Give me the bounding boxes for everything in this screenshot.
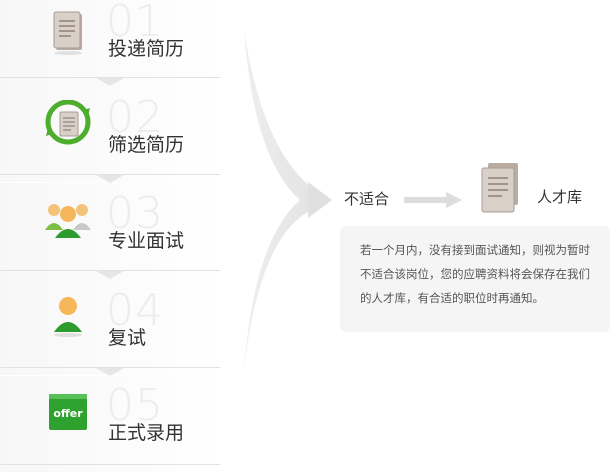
divider (0, 464, 220, 465)
offer-icon: offer (49, 394, 87, 430)
note-text: 若一个月内，没有接到面试通知，则视为暂时不适合该岗位，您的应聘资料将会保存在我们… (360, 243, 590, 305)
group-interview-icon (45, 204, 91, 238)
divider-notch (96, 271, 124, 279)
divider-notch (96, 78, 124, 86)
step-1-label: 投递简历 (108, 38, 185, 60)
divider-notch (96, 175, 124, 183)
step-5-label: 正式录用 (108, 422, 185, 444)
step-4-label: 复试 (108, 327, 147, 349)
talent-pool-icon (481, 163, 518, 213)
converge-arrow-icon (244, 30, 332, 370)
resume-icon (53, 11, 82, 55)
person-icon (54, 297, 82, 337)
divider-notch (96, 368, 124, 376)
screening-icon (45, 100, 91, 145)
offer-badge-text: offer (53, 407, 83, 420)
step-2-label: 筛选简历 (108, 134, 185, 156)
unfit-label: 不适合 (344, 190, 390, 208)
talent-pool-label: 人才库 (537, 188, 583, 206)
step-3-label: 专业面试 (108, 230, 185, 252)
right-arrow-icon (404, 192, 462, 208)
